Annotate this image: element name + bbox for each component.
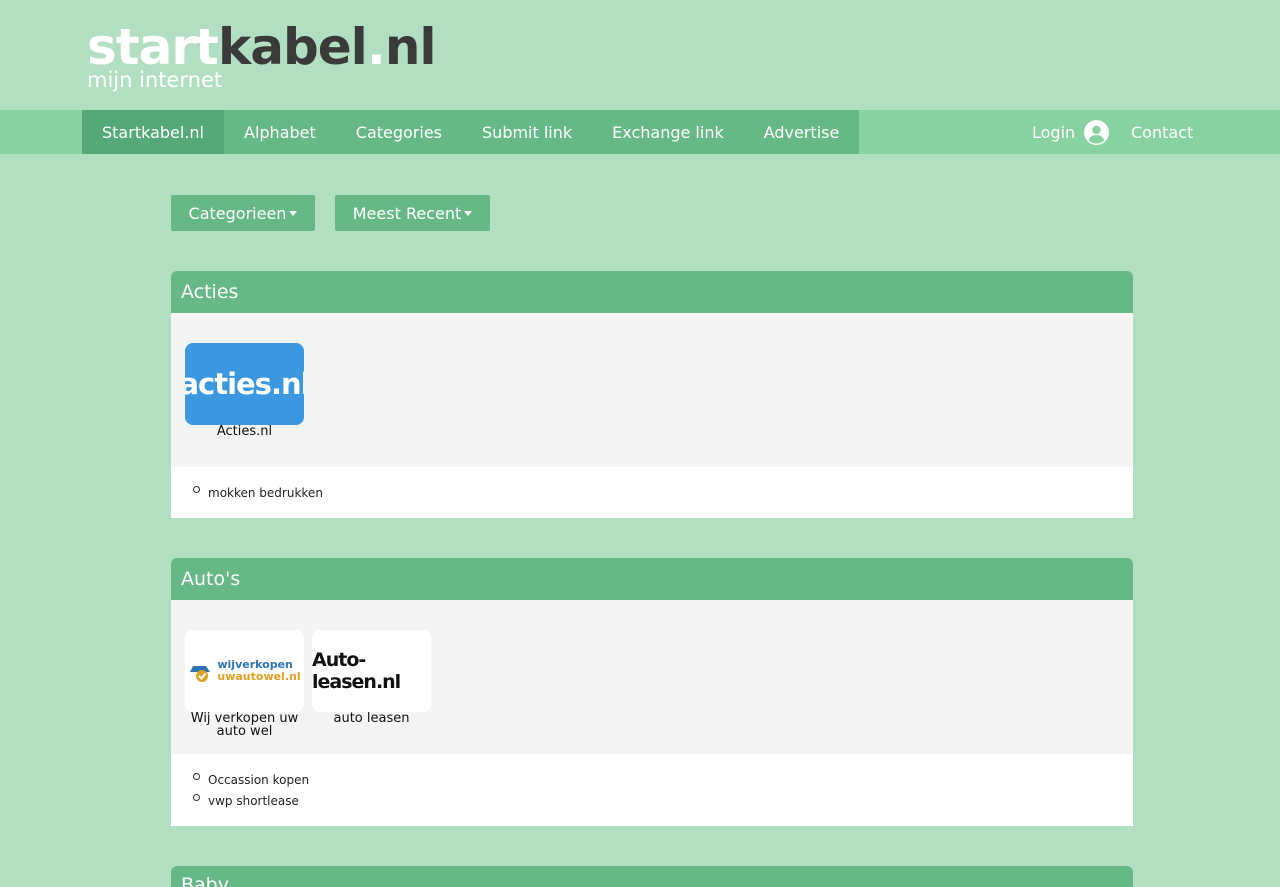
logo-wordmark: startkabel.nl (87, 18, 437, 76)
links-list: Occassion kopen vwp shortlease (171, 754, 1133, 826)
categories-dropdown-label: Categorieen (188, 203, 287, 223)
nav-item-advertise[interactable]: Advertise (744, 110, 860, 154)
main-navbar: Startkabel.nl Alphabet Categories Submit… (0, 110, 1280, 154)
site-logo-image: acties.nl (185, 343, 304, 425)
category-card-baby: Baby (171, 866, 1133, 887)
site-tile-auto-leasen[interactable]: Auto-leasen.nl auto leasen (312, 630, 431, 725)
nav-item-submit-link[interactable]: Submit link (462, 110, 592, 154)
list-item[interactable]: Occassion kopen (193, 769, 1133, 790)
tiles-area: wijverkopen uwautowel.nl Wij verkopen uw … (171, 600, 1133, 754)
logo-tagline: mijn internet (87, 68, 223, 92)
links-list: mokken bedrukken (171, 467, 1133, 518)
category-card-autos: Auto's wijverkopen uwautowel.nl Wij verko… (171, 558, 1133, 826)
nav-item-home[interactable]: Startkabel.nl (82, 110, 224, 154)
login-button[interactable]: Login (1032, 110, 1110, 154)
site-logo[interactable]: startkabel.nl mijn internet (87, 22, 437, 96)
category-title: Auto's (171, 558, 1133, 600)
site-tile-acties[interactable]: acties.nl Acties.nl (185, 343, 304, 438)
tiles-area: acties.nl Acties.nl (171, 313, 1133, 467)
list-item[interactable]: mokken bedrukken (193, 482, 1133, 503)
site-tile-wij-verkopen[interactable]: wijverkopen uwautowel.nl Wij verkopen uw … (185, 630, 304, 738)
category-card-acties: Acties acties.nl Acties.nl mokken bedruk… (171, 271, 1133, 518)
site-logo-image: wijverkopen uwautowel.nl (185, 630, 304, 712)
caret-down-icon (464, 210, 473, 216)
login-label: Login (1032, 122, 1076, 142)
bullet-icon (193, 773, 200, 780)
nav-item-categories[interactable]: Categories (336, 110, 462, 154)
category-title: Baby (171, 866, 1133, 887)
sort-dropdown[interactable]: Meest Recent (335, 195, 490, 231)
site-logo-image: Auto-leasen.nl (312, 630, 431, 712)
nav-menu: Startkabel.nl Alphabet Categories Submit… (82, 110, 860, 154)
list-item[interactable]: vwp shortlease (193, 790, 1133, 811)
category-title: Acties (171, 271, 1133, 313)
sort-dropdown-label: Meest Recent (352, 203, 462, 223)
categories-dropdown[interactable]: Categorieen (171, 195, 315, 231)
car-check-icon (190, 666, 211, 682)
site-caption: Acties.nl (216, 424, 273, 439)
site-caption: auto leasen (333, 711, 410, 726)
bullet-icon (193, 794, 200, 801)
nav-item-alphabet[interactable]: Alphabet (224, 110, 336, 154)
caret-down-icon (289, 210, 298, 216)
nav-item-exchange-link[interactable]: Exchange link (592, 110, 744, 154)
site-caption: Wij verkopen uw auto wel (190, 711, 299, 739)
user-icon (1084, 119, 1110, 145)
contact-link[interactable]: Contact (1131, 110, 1193, 154)
bullet-icon (193, 486, 200, 493)
